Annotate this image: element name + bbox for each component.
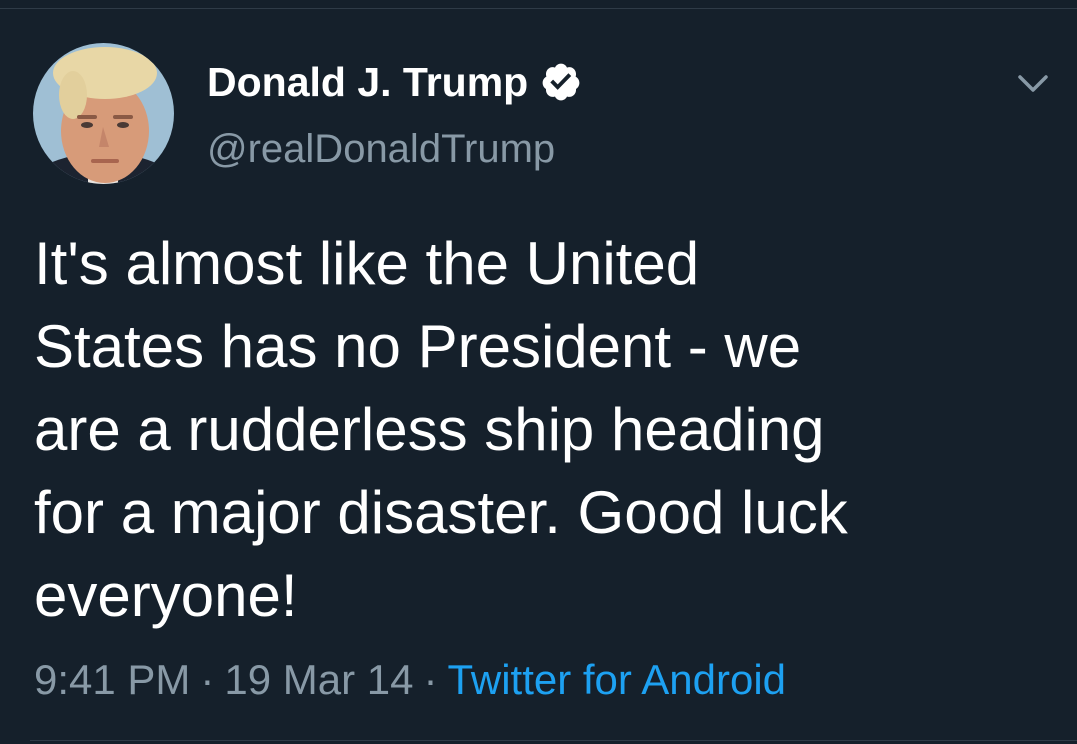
top-divider: [0, 8, 1077, 9]
avatar[interactable]: [33, 43, 174, 184]
tweet-text-line: are a rudderless ship heading: [34, 396, 825, 463]
author-handle[interactable]: @realDonaldTrump: [207, 124, 555, 174]
author-display-name[interactable]: Donald J. Trump: [207, 56, 528, 108]
tweet-date[interactable]: 19 Mar 14: [224, 656, 413, 703]
tweet-source-link[interactable]: Twitter for Android: [448, 656, 786, 703]
tweet-text-line: for a major disaster. Good luck: [34, 479, 848, 546]
tweet-meta: 9:41 PM · 19 Mar 14 · Twitter for Android: [34, 654, 786, 706]
tweet-text-line: It's almost like the United: [34, 230, 700, 297]
tweet-time[interactable]: 9:41 PM: [34, 656, 190, 703]
avatar-image: [33, 43, 174, 184]
author-display-name-row[interactable]: Donald J. Trump: [207, 56, 582, 108]
tweet-text-line: States has no President - we: [34, 313, 802, 380]
tweet-text-line: everyone!: [34, 562, 298, 629]
chevron-down-icon[interactable]: [1015, 68, 1051, 98]
tweet-text: It's almost like the United States has n…: [34, 222, 1034, 637]
verified-badge-icon: [540, 61, 582, 103]
meta-separator: ·: [200, 656, 215, 703]
meta-separator: ·: [423, 656, 438, 703]
bottom-divider: [30, 740, 1077, 741]
